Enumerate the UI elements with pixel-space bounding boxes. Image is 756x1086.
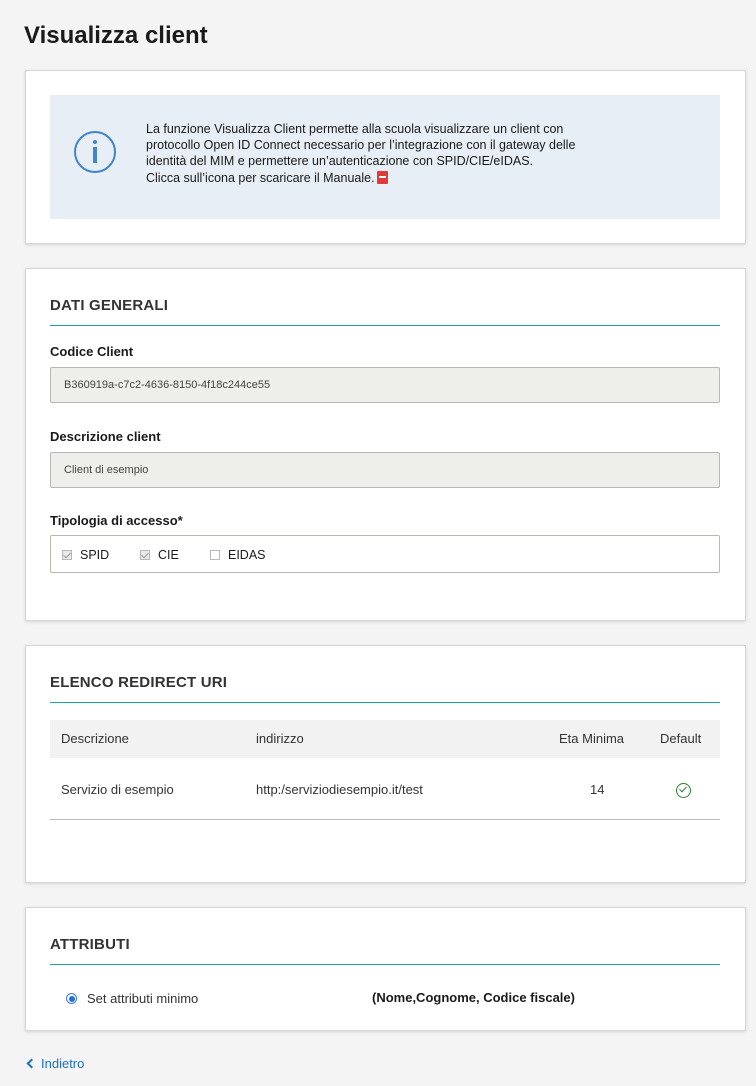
checkbox-cie-box[interactable] [140,550,150,560]
general-card: DATI GENERALI Codice Client B360919a-c7c… [25,268,746,621]
checkbox-eidas-label: EIDAS [228,548,266,562]
checkbox-cie[interactable]: CIE [140,548,179,562]
info-box: La funzione Visualizza Client permette a… [50,95,720,219]
column-header-indirizzo[interactable]: indirizzo [256,731,304,746]
radio-set-attributi-minimo[interactable] [66,993,77,1004]
checkbox-eidas-box[interactable] [210,550,220,560]
manual-hint: Clicca sull’icona per scaricare il Manua… [146,171,375,185]
descrizione-client-label: Descrizione client [50,429,161,444]
info-card: La funzione Visualizza Client permette a… [25,70,746,244]
column-header-descrizione[interactable]: Descrizione [61,731,129,746]
section-divider [50,325,720,326]
checkbox-spid[interactable]: SPID [62,548,109,562]
redirect-card: ELENCO REDIRECT URI Descrizione indirizz… [25,645,746,883]
checkbox-spid-box[interactable] [62,550,72,560]
section-title-attributi: ATTRIBUTI [50,936,130,953]
checkbox-spid-label: SPID [80,548,110,562]
table-header: Descrizione indirizzo Eta Minima Default [50,720,720,758]
descrizione-client-field: Client di esempio [50,452,720,488]
section-title-redirect: ELENCO REDIRECT URI [50,674,228,691]
info-line: Clicca sull’icona per scaricare il Manua… [146,169,686,186]
cell-indirizzo: http:/serviziodiesempio.it/test [256,782,423,797]
check-circle-icon [676,783,691,798]
section-title-general: DATI GENERALI [50,297,169,314]
attributi-card: ATTRIBUTI Set attributi minimo (Nome,Cog… [25,907,746,1031]
cell-eta-minima: 14 [590,782,605,797]
tipologia-accesso-group: SPID CIE EIDAS [50,535,720,573]
section-divider [50,702,720,703]
checkbox-eidas[interactable]: EIDAS [210,548,266,562]
chevron-left-icon [26,1058,37,1069]
back-link[interactable]: Indietro [26,1056,85,1071]
checkbox-cie-label: CIE [158,548,179,562]
cell-descrizione: Servizio di esempio [61,782,174,797]
column-header-default[interactable]: Default [660,731,701,746]
attributi-detail: (Nome,Cognome, Codice fiscale) [372,990,575,1005]
tipologia-accesso-label: Tipologia di accesso* [50,513,183,528]
info-icon [74,131,116,173]
info-line: identità del MIM e permettere un’autenti… [146,154,533,168]
pdf-icon[interactable] [376,171,388,184]
codice-client-label: Codice Client [50,344,134,359]
section-divider [50,964,720,965]
info-line: La funzione Visualizza Client permette a… [146,122,564,136]
back-link-label: Indietro [41,1056,85,1071]
radio-set-attributi-minimo-label: Set attributi minimo [87,991,199,1006]
table-row[interactable]: Servizio di esempio http:/serviziodiesem… [50,758,720,820]
codice-client-field: B360919a-c7c2-4636-8150-4f18c244ce55 [50,367,720,403]
page-title: Visualizza client [24,22,208,49]
info-line: protocollo Open ID Connect necessario pe… [146,138,576,152]
info-text: La funzione Visualizza Client permette a… [146,121,686,186]
column-header-eta-minima[interactable]: Eta Minima [559,731,624,746]
